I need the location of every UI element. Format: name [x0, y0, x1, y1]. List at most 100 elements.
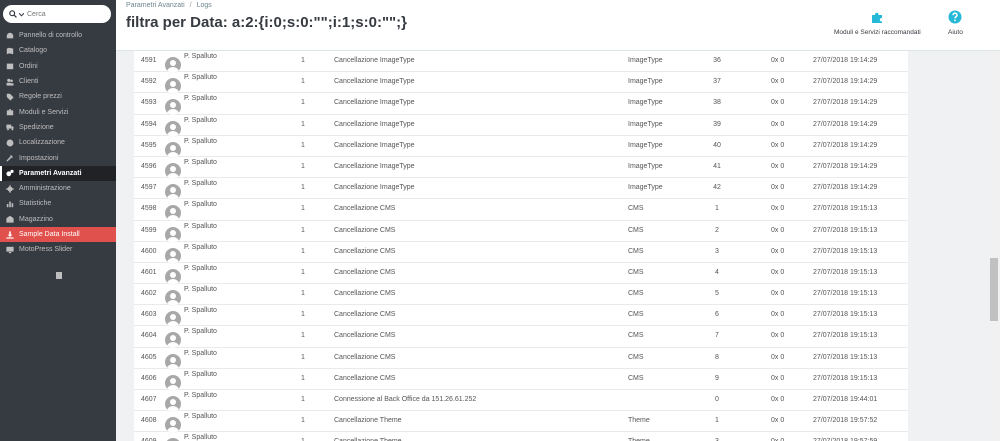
table-row[interactable]: 4600 P. Spalluto 1 Cancellazione CMS CMS 3 0x …	[134, 242, 908, 264]
table-row[interactable]: 4607 P. Spalluto 1 Connessione al Back Offi…	[134, 390, 908, 412]
sidebar: Pannello di controllo Catalogo Ordini Cl…	[0, 0, 116, 441]
object-type: CMS	[628, 332, 644, 340]
help-button[interactable]: Aiuto	[948, 10, 963, 36]
table-row[interactable]: 4593 P. Spalluto 1 Cancellazione ImageType I…	[134, 93, 908, 116]
table-row[interactable]: 4608 P. Spalluto 1 Cancellazione Theme Theme…	[134, 411, 908, 434]
table-row[interactable]: 4591 P. Spalluto 1 Cancellazione ImageType I…	[134, 51, 908, 73]
sidebar-item-statistics[interactable]: Statistiche	[0, 196, 116, 211]
object-type: CMS	[628, 353, 644, 361]
log-message: Cancellazione CMS	[334, 205, 396, 213]
employee-name: P. Spalluto	[184, 307, 217, 315]
table-row[interactable]: 4599 P. Spalluto 1 Cancellazione CMS CMS 2 0x …	[134, 221, 908, 243]
sidebar-item-localization[interactable]: Localizzazione	[0, 135, 116, 150]
log-id: 4601	[141, 268, 157, 276]
log-date: 27/07/2018 19:15:13	[813, 268, 878, 276]
sidebar-item-shipping[interactable]: Spedizione	[0, 120, 116, 135]
sidebar-item-customers[interactable]: Clienti	[0, 74, 116, 89]
wrench-icon	[5, 154, 13, 162]
severity: 1	[301, 162, 305, 170]
table-row[interactable]: 4598 P. Spalluto 1 Cancellazione CMS CMS 1 0x …	[134, 199, 908, 222]
object-id: 5	[715, 290, 719, 298]
table-row[interactable]: 4597 P. Spalluto 1 Cancellazione ImageType I…	[134, 178, 908, 201]
employee-name: P. Spalluto	[184, 264, 217, 272]
error-code: 0x 0	[771, 78, 785, 86]
sidebar-item-label: Pannello di controllo	[19, 32, 83, 40]
object-id: 38	[713, 99, 721, 107]
object-id: 2	[715, 226, 719, 234]
table-row[interactable]: 4596 P. Spalluto 1 Cancellazione ImageType I…	[134, 157, 908, 179]
severity: 1	[301, 311, 305, 319]
log-date: 27/07/2018 19:15:13	[813, 290, 878, 298]
employee-name: P. Spalluto	[184, 434, 217, 441]
log-message: Cancellazione ImageType	[334, 78, 415, 86]
table-row[interactable]: 4603 P. Spalluto 1 Cancellazione CMS CMS 6 0x …	[134, 305, 908, 328]
sidebar-item-sample-data-install[interactable]: Sample Data Install	[0, 226, 116, 243]
sidebar-item-label: Magazzino	[19, 215, 53, 223]
log-message: Cancellazione CMS	[334, 374, 396, 382]
sidebar-item-advanced-parameters[interactable]: Parametri Avanzati	[0, 165, 116, 181]
log-date: 27/07/2018 19:14:29	[813, 99, 878, 107]
search-button[interactable]	[3, 5, 27, 23]
object-id: 36	[713, 57, 721, 64]
object-type: ImageType	[628, 99, 663, 107]
severity: 1	[301, 353, 305, 361]
sidebar-item-warehouse[interactable]: Magazzino	[0, 212, 116, 227]
log-id: 4597	[141, 184, 157, 192]
table-row[interactable]: 4606 P. Spalluto 1 Cancellazione CMS CMS 9 0x …	[134, 369, 908, 391]
log-message: Connessione al Back Office da 151.26.61.…	[334, 396, 477, 403]
table-row[interactable]: 4602 P. Spalluto 1 Cancellazione CMS CMS 5 0x …	[134, 284, 908, 307]
sidebar-item-motopress-slider[interactable]: MotoPress Slider	[0, 242, 116, 257]
employee-name: P. Spalluto	[184, 222, 217, 230]
help-label: Aiuto	[948, 29, 963, 36]
scrollbar-thumb[interactable]	[990, 258, 998, 321]
severity: 1	[301, 396, 305, 403]
table-row[interactable]: 4604 P. Spalluto 1 Cancellazione CMS CMS 7 0x …	[134, 326, 908, 349]
error-code: 0x 0	[771, 290, 785, 298]
log-date: 27/07/2018 19:15:13	[813, 332, 878, 340]
log-id: 4595	[141, 141, 157, 149]
employee-name: P. Spalluto	[184, 180, 217, 188]
object-type: CMS	[628, 268, 644, 276]
log-id: 4599	[141, 226, 157, 234]
avatar	[165, 205, 181, 222]
object-type: ImageType	[628, 162, 663, 170]
table-row[interactable]: 4605 P. Spalluto 1 Cancellazione CMS CMS 8 0x …	[134, 348, 908, 370]
error-code: 0x 0	[771, 226, 785, 234]
table-row[interactable]: 4601 P. Spalluto 1 Cancellazione CMS CMS 4 0x …	[134, 263, 908, 285]
sidebar-item-dashboard[interactable]: Pannello di controllo	[0, 28, 116, 43]
error-code: 0x 0	[771, 184, 785, 192]
sidebar-item-label: Catalogo	[19, 47, 48, 55]
log-message: Cancellazione ImageType	[334, 120, 415, 128]
employee-name: P. Spalluto	[184, 53, 217, 60]
recommended-modules-button[interactable]: Moduli e Servizi raccomandati	[834, 10, 921, 36]
sidebar-item-administration[interactable]: Amministrazione	[0, 181, 116, 196]
table-row[interactable]: 4609P. Spalluto1Cancellazione ThemeTheme…	[134, 432, 908, 441]
log-message: Cancellazione CMS	[334, 268, 396, 276]
sidebar-item-catalog[interactable]: Catalogo	[0, 43, 116, 58]
sidebar-collapse-handle[interactable]	[56, 272, 62, 279]
sidebar-item-price-rules[interactable]: Regole prezzi	[0, 89, 116, 104]
table-row[interactable]: 4592 P. Spalluto 1 Cancellazione ImageType I…	[134, 72, 908, 95]
object-type: ImageType	[628, 78, 663, 86]
search-input[interactable]	[27, 10, 107, 18]
recommended-modules-label: Moduli e Servizi raccomandati	[834, 29, 921, 36]
severity: 1	[301, 268, 305, 276]
avatar	[165, 396, 181, 412]
employee-name: P. Spalluto	[184, 243, 217, 251]
sidebar-item-label: Ordini	[19, 62, 38, 70]
log-date: 27/07/2018 19:14:29	[813, 162, 878, 170]
sidebar-item-modules[interactable]: Moduli e Servizi	[0, 104, 116, 119]
error-code: 0x 0	[771, 247, 785, 255]
table-row[interactable]: 4594 P. Spalluto 1 Cancellazione ImageType I…	[134, 115, 908, 137]
error-code: 0x 0	[771, 332, 785, 340]
breadcrumb-item[interactable]: Parametri Avanzati	[126, 2, 185, 9]
table-row[interactable]: 4595 P. Spalluto 1 Cancellazione ImageType I…	[134, 136, 908, 158]
error-code: 0x 0	[771, 353, 785, 361]
employee-name: P. Spalluto	[184, 116, 217, 124]
page-scrollbar[interactable]	[988, 51, 1000, 441]
catalog-icon	[6, 47, 13, 55]
log-message: Cancellazione CMS	[334, 290, 396, 298]
breadcrumb-item[interactable]: Logs	[197, 2, 212, 9]
sidebar-item-settings[interactable]: Impostazioni	[0, 150, 116, 165]
sidebar-item-orders[interactable]: Ordini	[0, 59, 116, 74]
